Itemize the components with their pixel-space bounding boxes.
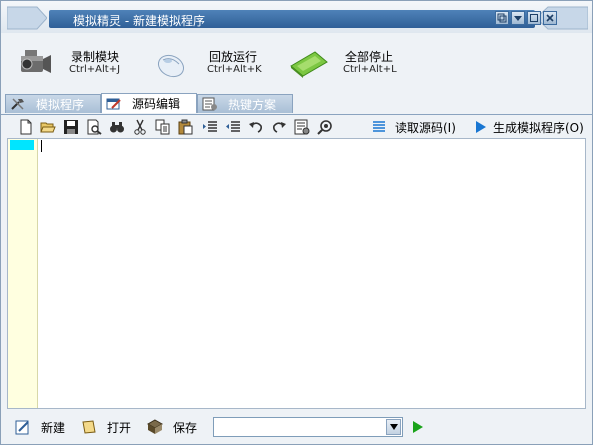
tools-icon — [11, 98, 24, 110]
hotkey-icon — [202, 97, 217, 111]
stop-all-shortcut: Ctrl+Alt+L — [343, 64, 397, 75]
new-button[interactable]: 新建 — [15, 418, 65, 436]
triangle-down-icon — [514, 16, 522, 21]
dropdown-button[interactable] — [511, 11, 525, 25]
mouse-icon — [157, 54, 185, 78]
paste-icon[interactable] — [178, 119, 194, 135]
read-source-button[interactable]: 读取源码(I) — [371, 119, 456, 135]
playback-shortcut: Ctrl+Alt+K — [207, 64, 262, 75]
new-label: 新建 — [41, 420, 66, 435]
record-module-button[interactable]: 录制模块 Ctrl+Alt+J — [15, 34, 135, 92]
play-blue-icon — [476, 121, 486, 133]
close-icon — [546, 14, 554, 22]
tab-simulation-program[interactable]: 模拟程序 — [5, 94, 101, 113]
line-number-gutter — [8, 139, 38, 408]
save-bottom-button[interactable]: 保存 — [147, 418, 197, 436]
action-bar: 录制模块 Ctrl+Alt+J 回放运行 Ctrl+Alt+K 全部停止 Ctr… — [1, 34, 592, 92]
editor-toolbar: 读取源码(I) 生成模拟程序(O) — [1, 114, 592, 138]
record-module-shortcut: Ctrl+Alt+J — [69, 64, 121, 75]
stop-icon — [290, 51, 328, 78]
tab-hotkey-scheme-label: 热键方案 — [228, 97, 277, 112]
tab-strip: 模拟程序 源码编辑 热键方案 — [1, 93, 592, 113]
maximize-icon — [530, 14, 538, 22]
restore-button[interactable] — [495, 11, 509, 25]
camcorder-icon — [21, 50, 51, 73]
title-decoration-icon — [7, 6, 47, 30]
tab-hotkey-scheme[interactable]: 热键方案 — [197, 94, 293, 113]
edit-icon — [106, 98, 121, 109]
open-folder-icon[interactable] — [40, 119, 56, 135]
title-bar[interactable]: 模拟精灵 - 新建模拟程序 — [1, 1, 592, 33]
program-select[interactable] — [213, 417, 403, 437]
indent-icon[interactable] — [202, 119, 218, 135]
playback-button[interactable]: 回放运行 Ctrl+Alt+K — [153, 34, 273, 92]
open-label: 打开 — [107, 420, 132, 435]
close-button[interactable] — [543, 11, 557, 25]
window-controls — [495, 11, 557, 25]
main-window: 模拟精灵 - 新建模拟程序 录制模块 Ctrl+Alt+J 回放运行 Ctrl+… — [0, 0, 593, 445]
undo-icon[interactable] — [248, 119, 264, 135]
playback-label: 回放运行 — [209, 50, 258, 64]
generate-program-label: 生成模拟程序(O) — [493, 120, 584, 135]
stop-all-button[interactable]: 全部停止 Ctrl+Alt+L — [289, 34, 409, 92]
save-box-icon — [147, 419, 163, 434]
restore-icon — [497, 13, 507, 23]
run-button[interactable] — [411, 419, 425, 435]
combo-arrow[interactable] — [386, 419, 401, 435]
properties-icon[interactable] — [294, 119, 310, 135]
triangle-down-icon — [389, 424, 398, 430]
tab-source-edit[interactable]: 源码编辑 — [101, 93, 197, 113]
bottom-bar: 新建 打开 保存 — [1, 409, 592, 444]
settings-icon[interactable] — [317, 119, 333, 135]
record-module-label: 录制模块 — [71, 50, 120, 64]
text-caret — [41, 140, 42, 152]
generate-program-button[interactable]: 生成模拟程序(O) — [475, 119, 584, 135]
cut-icon[interactable] — [132, 119, 148, 135]
tab-simulation-program-label: 模拟程序 — [36, 97, 85, 112]
find-icon[interactable] — [109, 119, 125, 135]
print-preview-icon[interactable] — [86, 119, 102, 135]
maximize-button[interactable] — [527, 11, 541, 25]
open-button[interactable]: 打开 — [81, 418, 131, 436]
read-source-label: 读取源码(I) — [395, 120, 456, 135]
window-title: 模拟精灵 - 新建模拟程序 — [73, 14, 205, 28]
copy-icon[interactable] — [155, 119, 171, 135]
read-source-icon — [373, 121, 385, 132]
open-note-icon — [82, 420, 96, 434]
source-editor[interactable] — [7, 138, 586, 409]
current-line-marker — [10, 140, 34, 150]
tab-source-edit-label: 源码编辑 — [132, 97, 181, 111]
new-file-icon[interactable] — [18, 119, 34, 135]
outdent-icon[interactable] — [225, 119, 241, 135]
save-icon[interactable] — [63, 119, 79, 135]
save-label: 保存 — [173, 420, 198, 435]
new-pencil-icon — [15, 420, 29, 435]
stop-all-label: 全部停止 — [345, 50, 394, 64]
redo-icon[interactable] — [271, 119, 287, 135]
